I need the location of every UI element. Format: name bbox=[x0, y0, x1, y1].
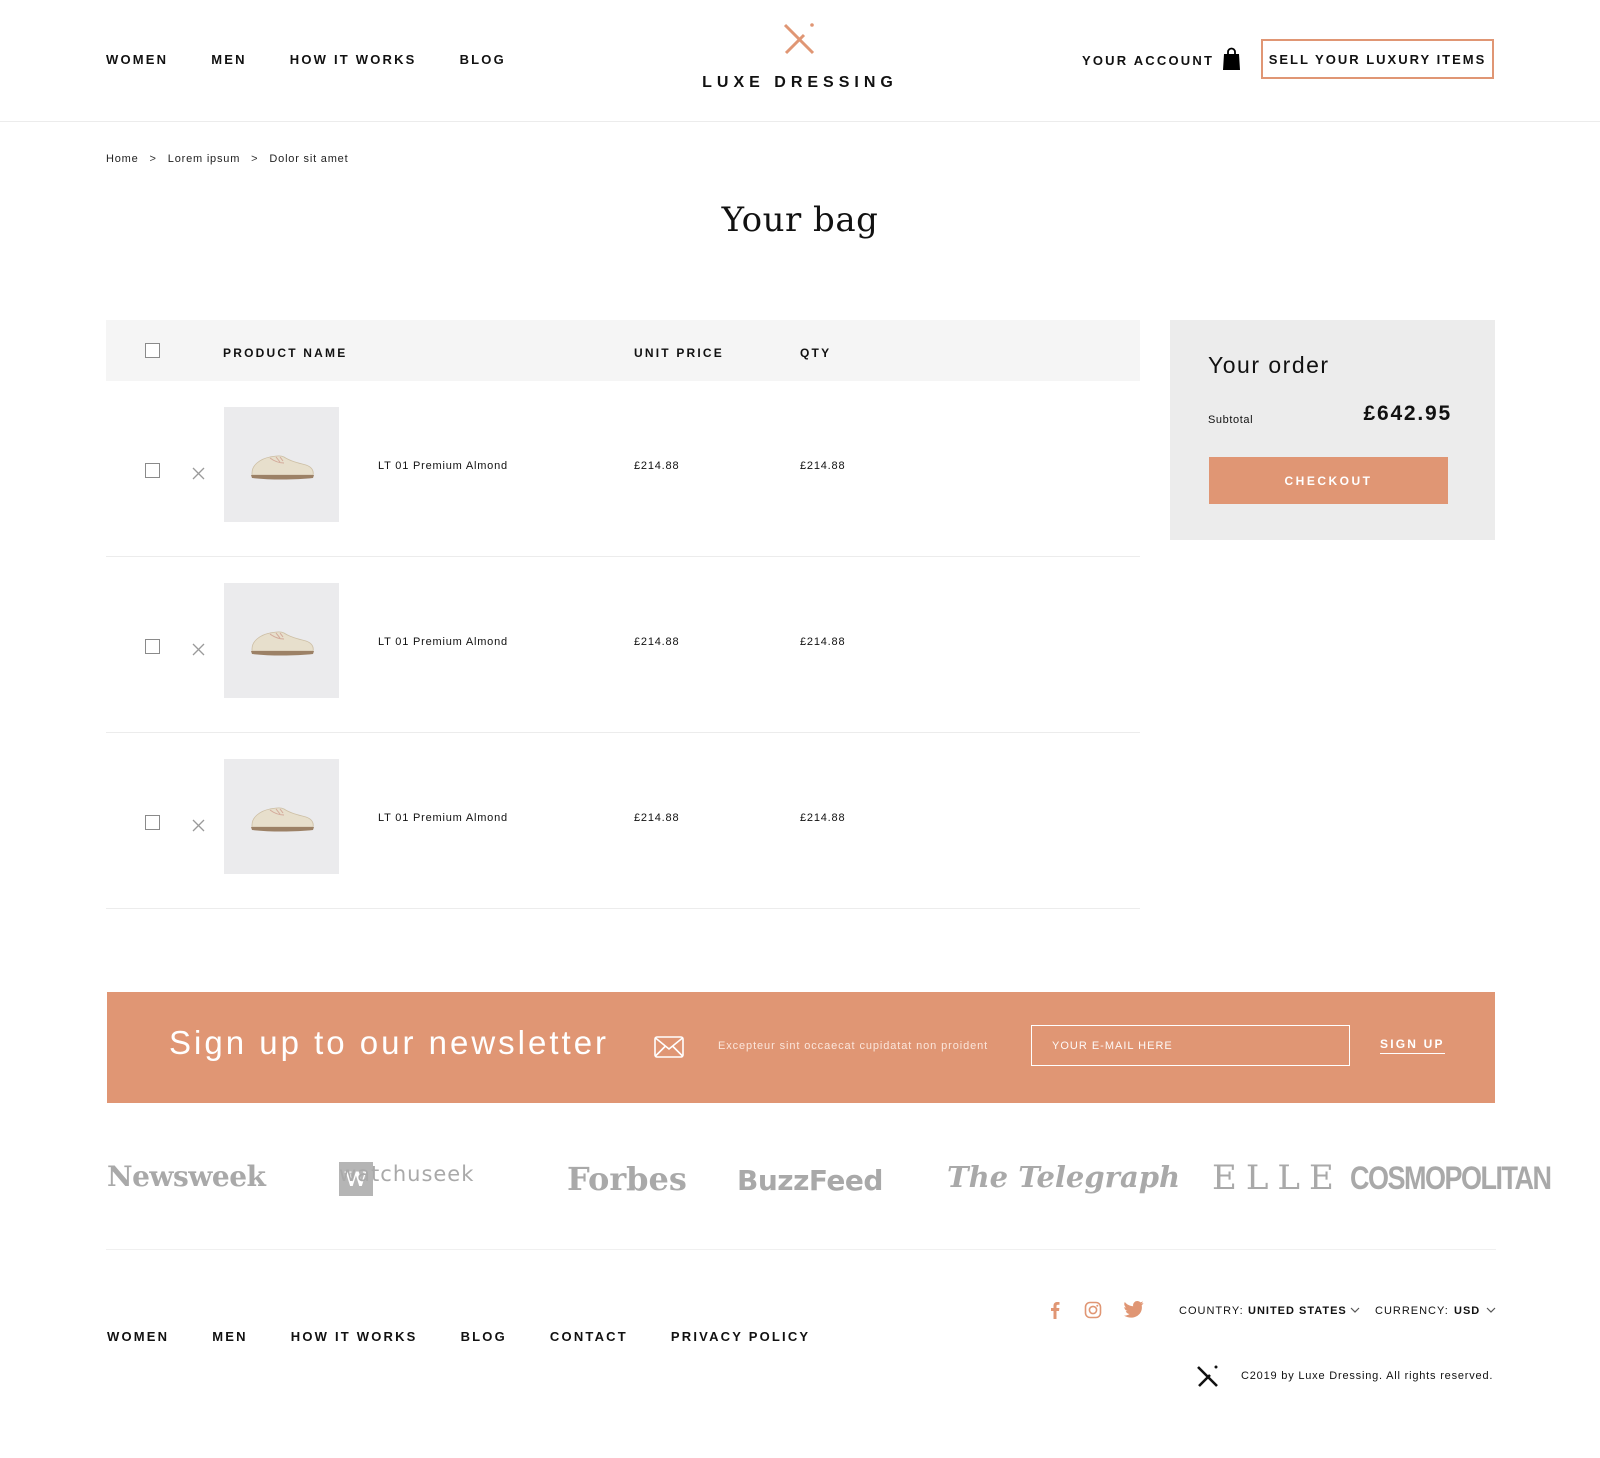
breadcrumb: Home > Lorem ipsum > Dolor sit amet bbox=[106, 153, 348, 165]
footer-nav-how-it-works[interactable]: HOW IT WORKS bbox=[291, 1329, 418, 1344]
shopping-bag-icon[interactable] bbox=[1222, 47, 1241, 71]
column-header-product-name: PRODUCT NAME bbox=[223, 346, 348, 360]
newsletter-email-input[interactable] bbox=[1031, 1025, 1350, 1066]
cart-row: LT 01 Premium Almond £214.88 £214.88 bbox=[106, 733, 1140, 909]
the-telegraph-logo: The Telegraph bbox=[947, 1160, 1181, 1194]
newsletter-signup-button[interactable]: SIGN UP bbox=[1380, 1037, 1445, 1054]
currency-selector[interactable]: USD bbox=[1454, 1305, 1480, 1317]
product-name[interactable]: LT 01 Premium Almond bbox=[378, 636, 508, 648]
footer-nav-contact[interactable]: CONTACT bbox=[550, 1329, 628, 1344]
site-logo[interactable]: LUXE DRESSING bbox=[700, 22, 900, 92]
footer-nav-women[interactable]: WOMEN bbox=[107, 1329, 169, 1344]
nav-men[interactable]: MEN bbox=[211, 52, 247, 67]
footer-nav: WOMEN MEN HOW IT WORKS BLOG CONTACT PRIV… bbox=[107, 1329, 853, 1344]
sneaker-image-icon bbox=[250, 454, 314, 479]
facebook-icon[interactable] bbox=[1050, 1301, 1060, 1319]
product-thumbnail[interactable] bbox=[224, 759, 339, 874]
quantity-value: £214.88 bbox=[800, 636, 846, 648]
forbes-logo: Forbes bbox=[567, 1160, 687, 1198]
row-select-checkbox[interactable] bbox=[145, 463, 160, 478]
nav-blog[interactable]: BLOG bbox=[460, 52, 506, 67]
unit-price: £214.88 bbox=[634, 460, 680, 472]
product-thumbnail[interactable] bbox=[224, 583, 339, 698]
product-thumbnail[interactable] bbox=[224, 407, 339, 522]
chevron-down-icon[interactable] bbox=[1486, 1306, 1496, 1314]
order-summary: Your order Subtotal £642.95 CHECKOUT bbox=[1170, 320, 1495, 540]
column-header-unit-price: UNIT PRICE bbox=[634, 346, 725, 360]
remove-item-icon[interactable] bbox=[192, 643, 205, 656]
nav-women[interactable]: WOMEN bbox=[106, 52, 168, 67]
footer-divider bbox=[106, 1249, 1496, 1250]
instagram-icon[interactable] bbox=[1084, 1301, 1102, 1319]
copyright-text: C2019 by Luxe Dressing. All rights reser… bbox=[1241, 1370, 1494, 1382]
breadcrumb-home[interactable]: Home bbox=[106, 153, 139, 165]
breadcrumb-separator: > bbox=[149, 153, 157, 165]
unit-price: £214.88 bbox=[634, 636, 680, 648]
country-selector[interactable]: UNITED STATES bbox=[1248, 1305, 1347, 1317]
footer-nav-men[interactable]: MEN bbox=[212, 1329, 248, 1344]
sneaker-image-icon bbox=[250, 630, 314, 655]
luxe-dressing-logo-icon bbox=[783, 23, 815, 55]
breadcrumb-lorem-ipsum[interactable]: Lorem ipsum bbox=[168, 153, 240, 165]
sell-luxury-items-button[interactable]: SELL YOUR LUXURY ITEMS bbox=[1261, 39, 1494, 79]
breadcrumb-separator: > bbox=[251, 153, 259, 165]
site-header: WOMEN MEN HOW IT WORKS BLOG LUXE DRESSIN… bbox=[0, 0, 1600, 122]
row-select-checkbox[interactable] bbox=[145, 639, 160, 654]
cart-table-header: PRODUCT NAME UNIT PRICE QTY bbox=[106, 320, 1140, 381]
twitter-icon[interactable] bbox=[1124, 1301, 1144, 1318]
footer-nav-blog[interactable]: BLOG bbox=[461, 1329, 507, 1344]
currency-label: CURRENCY: bbox=[1375, 1305, 1449, 1317]
country-label: COUNTRY: bbox=[1179, 1305, 1244, 1317]
order-summary-title: Your order bbox=[1208, 352, 1330, 378]
footer-nav-privacy-policy[interactable]: PRIVACY POLICY bbox=[671, 1329, 810, 1344]
quantity-value: £214.88 bbox=[800, 812, 846, 824]
page-title: Your bag bbox=[721, 200, 879, 240]
column-header-qty: QTY bbox=[800, 346, 832, 360]
subtotal-label: Subtotal bbox=[1208, 414, 1254, 426]
logo-text: LUXE DRESSING bbox=[702, 74, 898, 91]
subtotal-value: £642.95 bbox=[1363, 402, 1452, 425]
newsletter-description: Excepteur sint occaecat cupidatat non pr… bbox=[718, 1040, 989, 1052]
checkout-button[interactable]: CHECKOUT bbox=[1209, 457, 1448, 504]
breadcrumb-current: Dolor sit amet bbox=[269, 153, 349, 165]
nav-how-it-works[interactable]: HOW IT WORKS bbox=[290, 52, 417, 67]
cart-table: PRODUCT NAME UNIT PRICE QTY LT 01 Premiu… bbox=[106, 320, 1140, 909]
product-name[interactable]: LT 01 Premium Almond bbox=[378, 460, 508, 472]
quantity-value: £214.88 bbox=[800, 460, 846, 472]
cart-row: LT 01 Premium Almond £214.88 £214.88 bbox=[106, 557, 1140, 733]
your-account-link[interactable]: YOUR ACCOUNT bbox=[1082, 53, 1214, 68]
chevron-down-icon[interactable] bbox=[1350, 1306, 1360, 1314]
newsweek-logo: Newsweek bbox=[107, 1160, 266, 1193]
luxe-dressing-footer-logo-icon bbox=[1197, 1365, 1218, 1387]
product-name[interactable]: LT 01 Premium Almond bbox=[378, 812, 508, 824]
remove-item-icon[interactable] bbox=[192, 819, 205, 832]
select-all-checkbox[interactable] bbox=[145, 343, 160, 358]
press-logos: Newsweek W watchuseek Forbes BuzzFeed Th… bbox=[107, 1158, 1552, 1210]
unit-price: £214.88 bbox=[634, 812, 680, 824]
sneaker-image-icon bbox=[250, 806, 314, 831]
watchuseek-wordmark: watchuseek bbox=[339, 1162, 475, 1186]
main-nav: WOMEN MEN HOW IT WORKS BLOG bbox=[106, 52, 549, 67]
row-select-checkbox[interactable] bbox=[145, 815, 160, 830]
cart-row: LT 01 Premium Almond £214.88 £214.88 bbox=[106, 381, 1140, 557]
cosmopolitan-logo: COSMOPOLITAN bbox=[1350, 1160, 1552, 1196]
remove-item-icon[interactable] bbox=[192, 467, 205, 480]
newsletter-title: Sign up to our newsletter bbox=[169, 1024, 610, 1061]
buzzfeed-logo: BuzzFeed bbox=[737, 1164, 883, 1197]
newsletter-banner: Sign up to our newsletter Excepteur sint… bbox=[107, 992, 1495, 1103]
envelope-icon bbox=[654, 1036, 684, 1058]
elle-logo: ELLE bbox=[1212, 1158, 1343, 1198]
